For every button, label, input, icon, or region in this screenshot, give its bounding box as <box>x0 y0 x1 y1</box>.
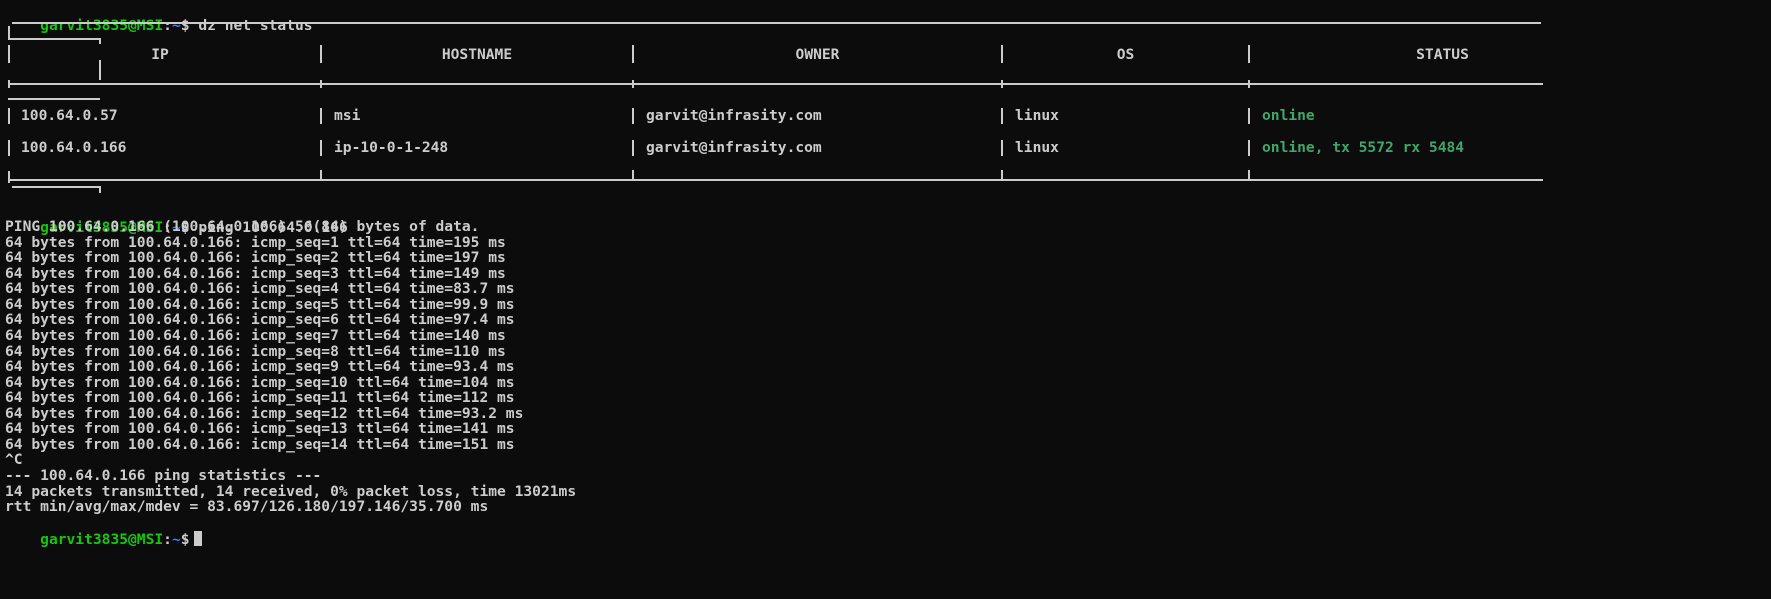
header-owner: OWNER <box>795 46 840 63</box>
cell-os: linux <box>1015 107 1059 124</box>
column-divider <box>320 140 322 156</box>
cell-hostname: ip-10-0-1-248 <box>334 139 449 156</box>
cell-hostname: msi <box>334 107 361 124</box>
header-hostname: HOSTNAME <box>441 46 513 63</box>
prompt-separator: : <box>163 17 172 34</box>
column-divider <box>1001 108 1003 124</box>
output-line: 64 bytes from 100.64.0.166: icmp_seq=6 t… <box>5 311 515 328</box>
prompt-line: garvit3835@MSI:~$ ping 100.64.0.166 <box>5 202 348 236</box>
table-corner <box>8 26 10 38</box>
column-divider <box>1001 140 1003 156</box>
cell-status: online <box>1262 107 1315 124</box>
text-cursor <box>193 531 202 546</box>
column-divider <box>320 108 322 124</box>
column-divider <box>632 170 634 179</box>
header-ip: IP <box>151 46 169 63</box>
prompt-line[interactable]: garvit3835@MSI:~$ <box>5 514 202 548</box>
column-divider <box>1248 108 1250 124</box>
prompt-path: ~ <box>171 531 181 548</box>
prompt-path: ~ <box>171 17 181 34</box>
cell-owner: garvit@infrasity.com <box>646 139 822 156</box>
column-divider <box>632 140 634 156</box>
cell-owner: garvit@infrasity.com <box>646 107 822 124</box>
output-line: 64 bytes from 100.64.0.166: icmp_seq=14 … <box>5 436 515 453</box>
table-corner <box>99 186 101 193</box>
output-line: ^C <box>5 451 23 468</box>
column-divider <box>8 80 10 88</box>
column-divider <box>632 108 634 124</box>
column-divider <box>1248 170 1250 179</box>
column-divider <box>8 140 10 156</box>
column-divider <box>1001 80 1003 88</box>
output-line: 64 bytes from 100.64.0.166: icmp_seq=9 t… <box>5 358 515 375</box>
prompt-sigil: $ <box>180 531 190 548</box>
cell-status: online, tx 5572 rx 5484 <box>1262 139 1465 156</box>
output-line: PING 100.64.0.166 (100.64.0.166) 56(84) … <box>5 218 480 235</box>
prompt-separator: : <box>163 531 172 548</box>
column-divider <box>320 170 322 179</box>
prompt-line: garvit3835@MSI:~$ dz net status <box>5 0 312 34</box>
cell-ip: 100.64.0.57 <box>21 107 118 124</box>
column-divider <box>320 80 322 88</box>
output-line: 64 bytes from 100.64.0.166: icmp_seq=7 t… <box>5 327 506 344</box>
prompt-sigil: $ <box>180 17 190 34</box>
column-divider <box>8 108 10 124</box>
column-divider <box>1248 140 1250 156</box>
column-divider <box>1248 80 1250 88</box>
cell-ip: 100.64.0.166 <box>21 139 127 156</box>
table-inner-rule <box>12 186 100 188</box>
prompt-user: garvit3835@MSI <box>40 531 164 548</box>
header-separator <box>8 83 1543 85</box>
output-line: 64 bytes from 100.64.0.166: icmp_seq=4 t… <box>5 280 515 297</box>
header-status: STATUS <box>1416 46 1469 63</box>
output-line: 64 bytes from 100.64.0.166: icmp_seq=11 … <box>5 389 515 406</box>
command-text: dz net status <box>198 17 313 34</box>
output-line: rtt min/avg/max/mdev = 83.697/126.180/19… <box>5 498 489 515</box>
table-corner <box>99 38 101 44</box>
output-line: 64 bytes from 100.64.0.166: icmp_seq=13 … <box>5 420 515 437</box>
header-os: OS <box>1116 46 1135 63</box>
column-divider <box>632 80 634 88</box>
table-bottom-border <box>8 179 1543 181</box>
terminal-window[interactable]: garvit3835@MSI:~$ dz net status IP HOSTN… <box>0 0 1771 599</box>
column-divider <box>99 60 101 80</box>
output-line: 64 bytes from 100.64.0.166: icmp_seq=2 t… <box>5 249 506 266</box>
table-corner <box>8 171 10 183</box>
table-inner-rule <box>8 98 100 100</box>
table-top-border <box>12 22 1541 24</box>
column-divider <box>1001 170 1003 179</box>
table-inner-rule <box>8 38 100 40</box>
column-divider <box>8 45 10 63</box>
output-line: --- 100.64.0.166 ping statistics --- <box>5 467 322 484</box>
prompt-user: garvit3835@MSI <box>40 17 164 34</box>
cell-os: linux <box>1015 139 1059 156</box>
